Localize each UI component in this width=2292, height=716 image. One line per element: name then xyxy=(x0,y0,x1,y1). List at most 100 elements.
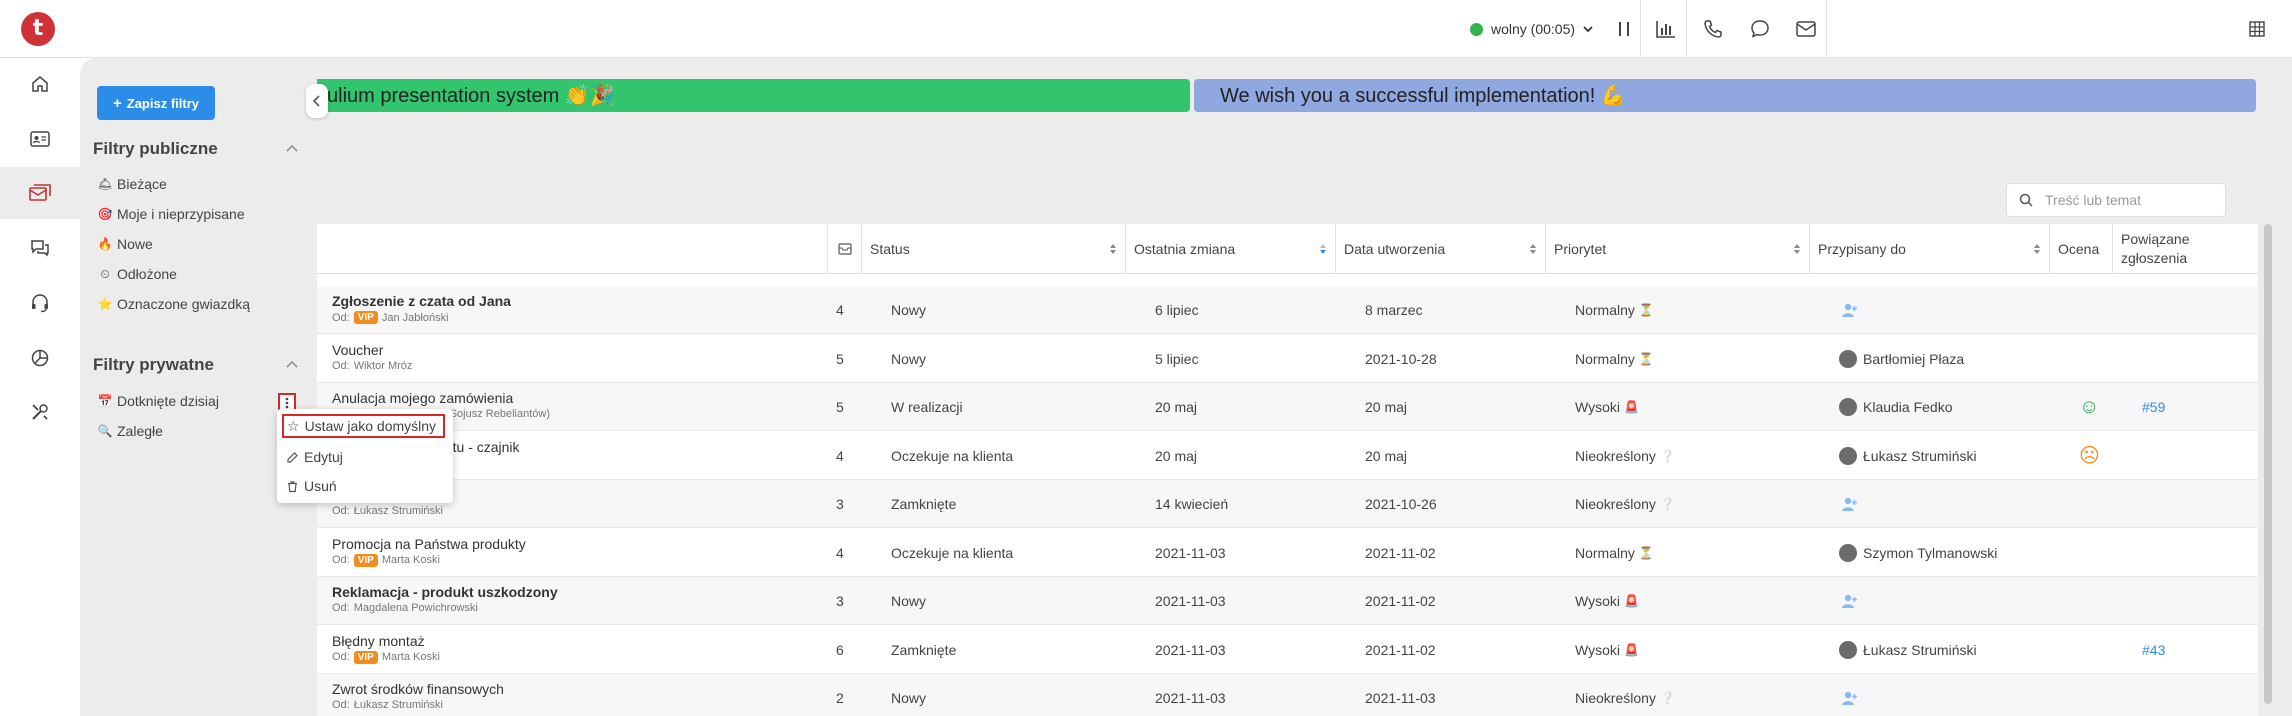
grid-icon[interactable] xyxy=(2243,15,2271,43)
priority-label: Normalny xyxy=(1575,350,1635,367)
avatar xyxy=(1839,640,1857,659)
chevron-up-icon[interactable] xyxy=(285,142,299,156)
ticket-title[interactable]: Zwrot środków finansowych xyxy=(332,681,504,697)
assignee-cell[interactable]: Łukasz Strumiński xyxy=(1839,626,1977,674)
chevron-up-icon[interactable] xyxy=(285,358,299,372)
set-default-menu-item[interactable]: ☆ Ustaw jako domyślny xyxy=(282,414,445,438)
header-messages[interactable] xyxy=(827,224,861,274)
header-last-change[interactable]: Ostatnia zmiana xyxy=(1125,224,1335,274)
assignee-cell[interactable]: Szymon Tylmanowski xyxy=(1839,529,1997,577)
left-rail xyxy=(0,58,80,716)
created-cell: 2021-11-02 xyxy=(1365,544,1436,561)
priority-cell: Nieokreślony ❔ xyxy=(1575,432,1675,480)
headset-icon[interactable] xyxy=(0,277,80,329)
from-label: Od: xyxy=(332,505,350,517)
last-change-cell: 6 lipiec xyxy=(1155,302,1199,318)
ticket-title[interactable]: Promocja na Państwa produkty xyxy=(332,536,526,552)
table-row[interactable]: Anulacja mojego zamówieniaOd:Nadia Kaspe… xyxy=(317,383,2258,431)
search-box[interactable] xyxy=(2006,183,2226,217)
message-count: 2 xyxy=(836,690,844,706)
app-logo[interactable]: t xyxy=(21,12,55,46)
filter-item-overdue[interactable]: 🔍 Zaległe xyxy=(98,423,163,439)
assign-user-button[interactable] xyxy=(1841,674,1859,716)
stats-icon[interactable] xyxy=(1652,15,1680,43)
mail-icon[interactable] xyxy=(1792,15,1820,43)
filter-item-new[interactable]: 🔥 Nowe xyxy=(98,236,153,252)
chats-icon[interactable] xyxy=(0,222,80,274)
scrollbar-thumb[interactable] xyxy=(2264,224,2272,704)
settings-icon[interactable] xyxy=(0,386,80,438)
ticket-title[interactable]: Anulacja mojego zamówienia xyxy=(332,390,550,406)
priority-label: Nieokreślony xyxy=(1575,496,1656,512)
search-icon xyxy=(2019,193,2033,207)
author-name: Marta Koski xyxy=(381,554,440,566)
table-row[interactable]: Promocja na Państwa produkty Od: VIP Marta … xyxy=(317,528,2258,577)
ticket-title[interactable]: Błędny montaż xyxy=(332,633,440,649)
assign-user-button[interactable] xyxy=(1841,480,1859,528)
add-user-icon xyxy=(1842,303,1857,317)
priority-cell: Normalny ⏳ xyxy=(1575,286,1654,334)
delete-menu-item[interactable]: Usuń xyxy=(283,474,337,498)
reports-icon[interactable] xyxy=(0,332,80,384)
table-row[interactable]: Błędny montaż Od: VIP Marta Koski 6 Zamknięte… xyxy=(317,625,2258,674)
table-row[interactable]: Problem BoxOd:Łukasz Strumiński3Zamknięt… xyxy=(317,480,2258,528)
chevron-down-icon xyxy=(1583,26,1593,33)
target-icon: 🎯 xyxy=(97,207,113,221)
chat-icon[interactable] xyxy=(1746,15,1774,43)
header-label: zgłoszenia xyxy=(2121,250,2188,266)
ticket-title[interactable]: Voucher xyxy=(332,342,412,358)
filter-item-starred[interactable]: ⭐ Oznaczone gwiazdką xyxy=(98,296,251,312)
assignee-cell[interactable]: Łukasz Strumiński xyxy=(1839,432,1977,480)
created-cell: 2021-10-26 xyxy=(1365,496,1437,512)
menu-item-label: Edytuj xyxy=(304,449,343,465)
assignee-cell[interactable]: Bartłomiej Płaza xyxy=(1839,335,1964,383)
home-icon[interactable] xyxy=(0,58,80,110)
save-filters-button[interactable]: + Zapisz filtry xyxy=(97,86,215,120)
header-created[interactable]: Data utworzenia xyxy=(1335,224,1545,274)
ticket-title-cell[interactable]: Reklamacja - produkt uszkodzony Od: Magdal… xyxy=(332,584,558,614)
filter-item-touched-today[interactable]: 📅 Dotknięte dzisiaj xyxy=(98,393,219,409)
collapse-filters-button[interactable] xyxy=(306,84,328,118)
search-input[interactable] xyxy=(2045,192,2205,208)
filter-item-current[interactable]: 🛎 Bieżące xyxy=(97,176,166,192)
ticket-title-cell[interactable]: Zwrot środków finansowych Od: Łukasz Strum… xyxy=(332,681,504,711)
public-filters-title[interactable]: Filtry publiczne xyxy=(93,139,218,159)
assignee-cell[interactable]: Klaudia Fedko xyxy=(1839,383,1953,431)
table-row[interactable]: Reklamacja - produkt uszkodzony Od: Magdal… xyxy=(317,577,2258,625)
private-filters-title[interactable]: Filtry prywatne xyxy=(93,355,214,375)
ticket-title-cell[interactable]: Zgłoszenie z czata od Jana Od: VIP Jan Jabł… xyxy=(332,293,511,324)
last-change-cell: 20 maj xyxy=(1155,399,1198,415)
header-related[interactable]: Powiązane zgłoszenia xyxy=(2112,224,2258,274)
assignee-name: Klaudia Fedko xyxy=(1863,399,1953,415)
ticket-title[interactable]: Reklamacja - produkt uszkodzony xyxy=(332,584,558,600)
filter-item-mine-unassigned[interactable]: 🎯 Moje i nieprzypisane xyxy=(98,206,245,222)
priority-icon: ⏳ xyxy=(1638,303,1654,317)
tickets-icon[interactable] xyxy=(0,167,80,219)
header-rating[interactable]: Ocena xyxy=(2049,224,2112,274)
ticket-title-cell[interactable]: Promocja na Państwa produkty Od: VIP Marta … xyxy=(332,536,526,567)
ticket-title-cell[interactable]: Voucher Od: Wiktor Mróz xyxy=(332,342,412,372)
edit-menu-item[interactable]: Edytuj xyxy=(283,445,343,469)
ticket-title-cell[interactable]: Błędny montaż Od: VIP Marta Koski xyxy=(332,633,440,664)
assign-user-button[interactable] xyxy=(1841,577,1859,625)
ticket-title[interactable]: Zgłoszenie z czata od Jana xyxy=(332,293,511,309)
priority-icon: ❔ xyxy=(1659,691,1675,705)
contacts-icon[interactable] xyxy=(0,113,80,165)
header-status[interactable]: Status xyxy=(861,224,1125,274)
header-assigned[interactable]: Przypisany do xyxy=(1809,224,2049,274)
table-row[interactable]: Dostępność produktu - czajnikOd:4Oczekuj… xyxy=(317,431,2258,480)
related-ticket-link[interactable]: #43 xyxy=(2142,626,2165,674)
table-row[interactable]: Zwrot środków finansowych Od: Łukasz Strum… xyxy=(317,674,2258,716)
related-ticket-link[interactable]: #59 xyxy=(2142,383,2165,431)
filter-item-postponed[interactable]: ⏲ Odłożone xyxy=(98,266,177,282)
header-priority[interactable]: Priorytet xyxy=(1545,224,1809,274)
pause-icon[interactable] xyxy=(1610,15,1638,43)
assign-user-button[interactable] xyxy=(1841,286,1859,334)
divider xyxy=(1686,0,1687,58)
from-label: Od: xyxy=(332,699,350,711)
table-row[interactable]: Zgłoszenie z czata od Jana Od: VIP Jan Jabł… xyxy=(317,286,2258,334)
table-row[interactable]: Voucher Od: Wiktor Mróz 5 Nowy 5 lipiec 2021-1… xyxy=(317,334,2258,383)
agent-status-dropdown[interactable]: wolny (00:05) xyxy=(1470,17,1593,41)
phone-icon[interactable] xyxy=(1699,15,1727,43)
header-label: Status xyxy=(870,241,910,257)
